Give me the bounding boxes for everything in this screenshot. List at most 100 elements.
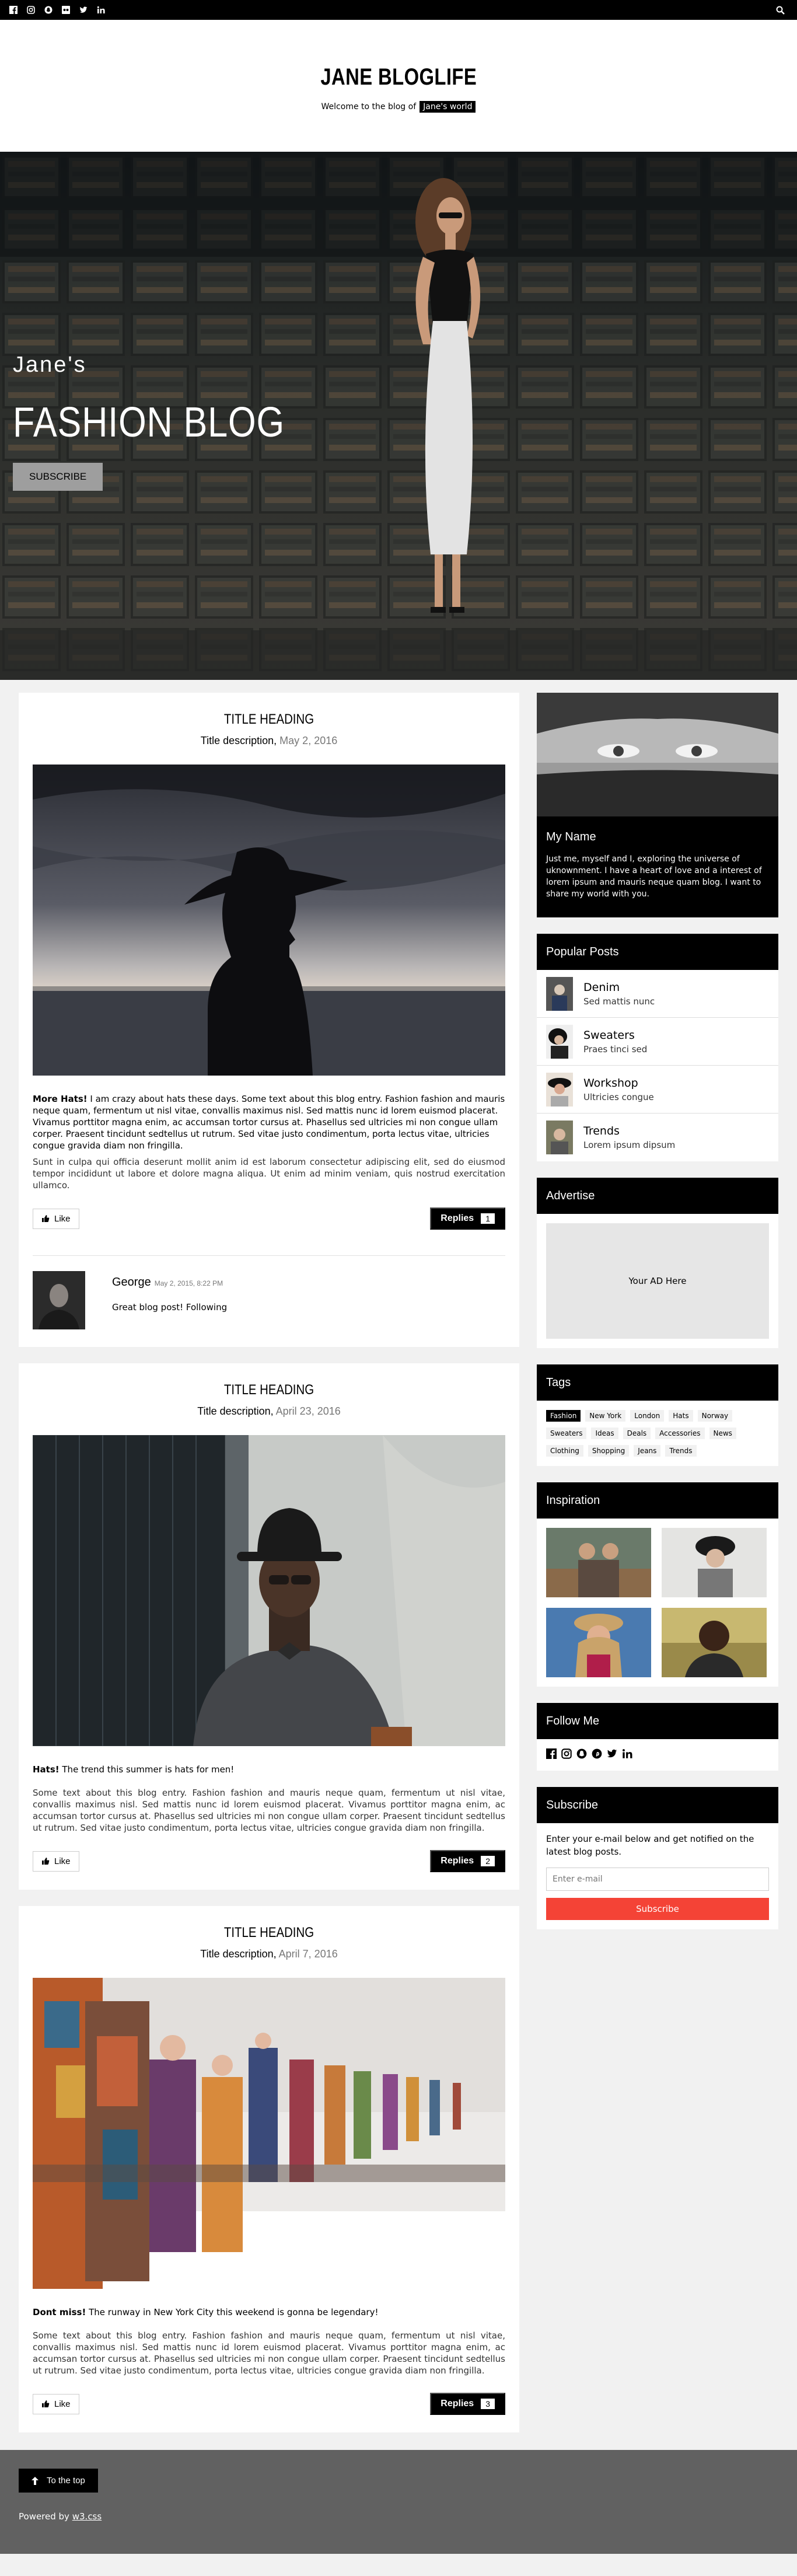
replies-button[interactable]: Replies 2 <box>430 1850 505 1872</box>
linkedin-icon[interactable] <box>622 1748 632 1761</box>
profile-body: My Name Just me, myself and I, exploring… <box>537 816 778 917</box>
email-field[interactable] <box>546 1868 769 1891</box>
post-title: TITLE HEADING <box>223 1382 314 1398</box>
tags-box: Tags Fashion New York London Hats Norway… <box>537 1364 778 1466</box>
like-button[interactable]: Like <box>33 1851 79 1872</box>
post-date: April 23, 2016 <box>275 1405 341 1417</box>
tag[interactable]: Ideas <box>591 1427 618 1439</box>
follow-heading: Follow Me <box>537 1703 778 1739</box>
arrow-up-icon <box>32 2476 39 2485</box>
flickr-icon[interactable] <box>57 0 75 20</box>
thumbs-up-icon <box>42 1858 50 1865</box>
like-button[interactable]: Like <box>33 1208 79 1229</box>
replies-label: Replies <box>441 1213 474 1223</box>
instagram-icon[interactable] <box>22 0 40 20</box>
comment-date: May 2, 2015, 8:22 PM <box>154 1279 223 1287</box>
hero-banner: Jane's FASHION BLOG SUBSCRIBE <box>0 152 797 680</box>
tag[interactable]: Clothing <box>546 1445 583 1457</box>
profile-name: My Name <box>546 830 596 843</box>
site-header: JANE BLOGLIFE Welcome to the blog of Jan… <box>0 20 797 152</box>
tag[interactable]: Accessories <box>655 1427 705 1439</box>
replies-count: 1 <box>481 1213 495 1224</box>
tag[interactable]: London <box>630 1410 665 1422</box>
popular-post-title: Trends <box>583 1125 620 1137</box>
popular-post-item[interactable]: Denim Sed mattis nunc <box>537 970 778 1018</box>
replies-count: 3 <box>481 2399 495 2409</box>
tag[interactable]: Trends <box>665 1445 697 1457</box>
tag[interactable]: Norway <box>697 1410 733 1422</box>
tag[interactable]: News <box>709 1427 736 1439</box>
to-top-label: To the top <box>47 2476 85 2486</box>
subscribe-box: Subscribe Enter your e-mail below and ge… <box>537 1787 778 1929</box>
tag[interactable]: Fashion <box>546 1410 581 1422</box>
thumbs-up-icon <box>42 1215 50 1222</box>
ad-placeholder[interactable]: Your AD Here <box>546 1223 769 1339</box>
instagram-icon[interactable] <box>561 1748 572 1761</box>
inspiration-box: Inspiration <box>537 1482 778 1687</box>
post-lead-bold: Hats! <box>33 1764 60 1775</box>
replies-button[interactable]: Replies 1 <box>430 1207 505 1230</box>
facebook-icon[interactable] <box>546 1748 557 1761</box>
post-lead: Hats! The trend this summer is hats for … <box>33 1764 505 1775</box>
inspiration-photo[interactable] <box>546 1608 651 1677</box>
subscribe-submit-button[interactable]: Subscribe <box>546 1898 769 1920</box>
site-title: JANE BLOGLIFE <box>320 64 477 90</box>
inspiration-photo[interactable] <box>662 1608 767 1677</box>
popular-post-item[interactable]: Sweaters Praes tinci sed <box>537 1018 778 1066</box>
tagline: Welcome to the blog of Jane's world <box>0 101 797 113</box>
popular-post-title: Sweaters <box>583 1028 635 1042</box>
post-image <box>33 765 505 1076</box>
powered-by: Powered by w3.css <box>19 2511 778 2522</box>
tagline-tag: Jane's world <box>420 101 476 113</box>
inspiration-photo[interactable] <box>546 1528 651 1597</box>
post-date: May 2, 2016 <box>279 735 338 746</box>
post-body: Sunt in culpa qui officia deserunt molli… <box>33 1157 505 1191</box>
replies-label: Replies <box>441 1856 474 1866</box>
twitter-icon[interactable] <box>607 1748 617 1761</box>
post-thumbnail <box>546 1121 573 1154</box>
profile-card: My Name Just me, myself and I, exploring… <box>537 693 778 917</box>
to-top-button[interactable]: To the top <box>19 2469 98 2493</box>
main-content: TITLE HEADING Title description, May 2, … <box>0 680 797 2449</box>
post-lead-bold: Dont miss! <box>33 2307 86 2317</box>
thumbs-up-icon <box>42 2400 50 2407</box>
replies-count: 2 <box>481 1856 495 1866</box>
popular-post-subtitle: Praes tinci sed <box>583 1043 648 1055</box>
tag[interactable]: New York <box>585 1410 626 1422</box>
like-button[interactable]: Like <box>33 2393 79 2414</box>
tag[interactable]: Sweaters <box>546 1427 587 1439</box>
top-bar <box>0 0 797 20</box>
tag[interactable]: Hats <box>669 1410 693 1422</box>
blog-post: TITLE HEADING Title description, May 2, … <box>19 693 519 1347</box>
replies-button[interactable]: Replies 3 <box>430 2393 505 2415</box>
footer: To the top Powered by w3.css <box>0 2450 797 2554</box>
twitter-icon[interactable] <box>75 0 92 20</box>
post-lead-text: I am crazy about hats these days. Some t… <box>33 1094 505 1151</box>
subscribe-button[interactable]: SUBSCRIBE <box>13 463 103 491</box>
like-label: Like <box>54 1856 71 1866</box>
tag[interactable]: Jeans <box>634 1445 661 1457</box>
post-description: Title description, <box>197 1405 274 1417</box>
search-icon[interactable] <box>771 0 789 20</box>
sidebar: My Name Just me, myself and I, exploring… <box>537 693 778 2449</box>
popular-post-item[interactable]: Workshop Ultricies congue <box>537 1066 778 1114</box>
follow-box: Follow Me <box>537 1703 778 1771</box>
post-subtitle: Title description, May 2, 2016 <box>33 735 505 747</box>
inspiration-photo[interactable] <box>662 1528 767 1597</box>
facebook-icon[interactable] <box>5 0 22 20</box>
popular-post-item[interactable]: Trends Lorem ipsum dipsum <box>537 1114 778 1161</box>
tag[interactable]: Deals <box>623 1427 651 1439</box>
snapchat-icon[interactable] <box>40 0 57 20</box>
w3css-link[interactable]: w3.css <box>72 2511 102 2522</box>
hero-title: FASHION BLOG <box>13 399 285 446</box>
popular-post-title: Workshop <box>583 1076 638 1090</box>
tag[interactable]: Shopping <box>588 1445 630 1457</box>
inspiration-grid <box>537 1519 778 1687</box>
post-body: Some text about this blog entry. Fashion… <box>33 2330 505 2376</box>
snapchat-icon[interactable] <box>576 1748 587 1761</box>
pinterest-icon[interactable] <box>592 1748 602 1761</box>
linkedin-icon[interactable] <box>92 0 110 20</box>
popular-post-subtitle: Lorem ipsum dipsum <box>583 1140 676 1150</box>
post-actions: Like Replies 2 <box>33 1850 505 1872</box>
avatar <box>33 1271 85 1329</box>
